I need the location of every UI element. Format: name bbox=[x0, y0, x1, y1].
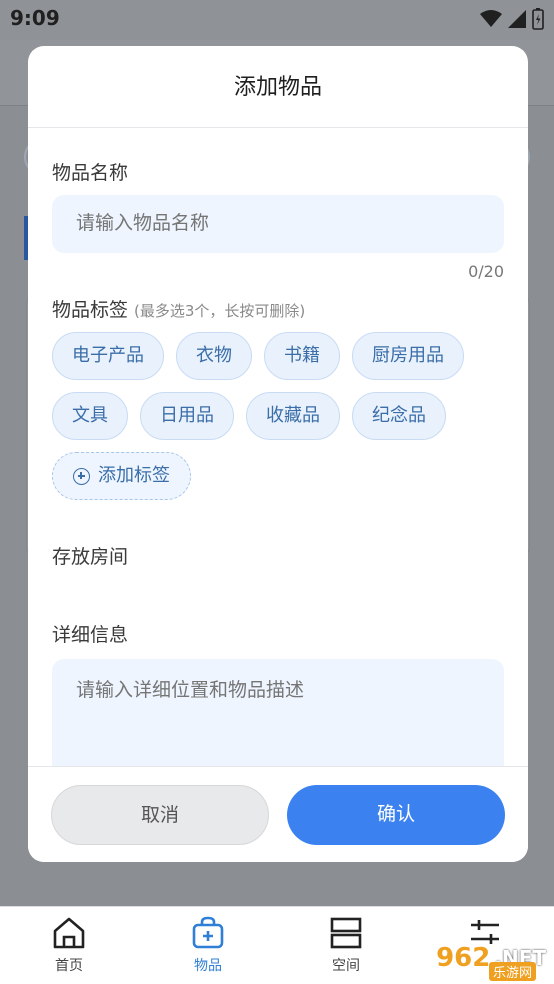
status-icons bbox=[480, 8, 544, 30]
tag-chip[interactable]: 电子产品 bbox=[52, 332, 164, 380]
detail-info-label: 详细信息 bbox=[52, 624, 129, 646]
storage-room-label: 存放房间 bbox=[52, 546, 129, 568]
item-name-input[interactable] bbox=[52, 195, 504, 253]
status-bar: 9:09 bbox=[0, 0, 554, 40]
watermark-brand: 962 bbox=[436, 943, 491, 973]
nav-item-label: 物品 bbox=[194, 958, 222, 974]
item-tags-label: 物品标签 (最多选3个，长按可删除) bbox=[52, 295, 305, 322]
add-tag-button[interactable]: 添加标签 bbox=[52, 452, 191, 500]
tag-chip[interactable]: 纪念品 bbox=[352, 392, 446, 440]
nav-item-label: 首页 bbox=[55, 958, 83, 974]
battery-icon bbox=[532, 8, 544, 30]
tag-chip[interactable]: 衣物 bbox=[176, 332, 252, 380]
tag-chip[interactable]: 厨房用品 bbox=[352, 332, 464, 380]
nav-item-items[interactable]: 物品 bbox=[163, 915, 253, 975]
tag-chip[interactable]: 书籍 bbox=[264, 332, 340, 380]
watermark-sub: 乐游网 bbox=[488, 962, 536, 981]
add-tag-label: 添加标签 bbox=[98, 465, 170, 486]
tag-chip[interactable]: 收藏品 bbox=[246, 392, 340, 440]
signal-icon bbox=[508, 10, 526, 28]
site-watermark: 962 .NET 乐游网 bbox=[436, 936, 546, 981]
plus-circle-icon bbox=[73, 467, 90, 485]
nav-item-label: 空间 bbox=[332, 958, 360, 974]
dialog-title: 添加物品 bbox=[28, 46, 528, 128]
nav-item-home[interactable]: 首页 bbox=[24, 915, 114, 975]
item-tags-label-text: 物品标签 bbox=[52, 299, 129, 321]
tag-chip[interactable]: 文具 bbox=[52, 392, 128, 440]
add-item-dialog: 添加物品 物品名称 0/20 物品标签 (最多选3个，长按可删除) 电子产品 衣物… bbox=[28, 46, 528, 862]
dialog-footer: 取消 确认 bbox=[28, 766, 528, 862]
cancel-button[interactable]: 取消 bbox=[51, 785, 269, 845]
bag-add-icon bbox=[192, 916, 224, 949]
item-name-label: 物品名称 bbox=[52, 162, 129, 184]
space-icon bbox=[330, 917, 362, 949]
home-icon bbox=[53, 917, 85, 949]
tag-list: 电子产品 衣物 书籍 厨房用品 文具 日用品 收藏品 纪念品 添加标签 bbox=[52, 332, 504, 500]
tag-chip[interactable]: 日用品 bbox=[140, 392, 234, 440]
name-char-counter: 0/20 bbox=[468, 262, 504, 281]
status-time: 9:09 bbox=[10, 6, 60, 30]
confirm-button[interactable]: 确认 bbox=[287, 785, 505, 845]
nav-item-space[interactable]: 空间 bbox=[301, 915, 391, 975]
wifi-icon bbox=[480, 10, 502, 27]
item-tags-hint: (最多选3个，长按可删除) bbox=[134, 302, 306, 320]
